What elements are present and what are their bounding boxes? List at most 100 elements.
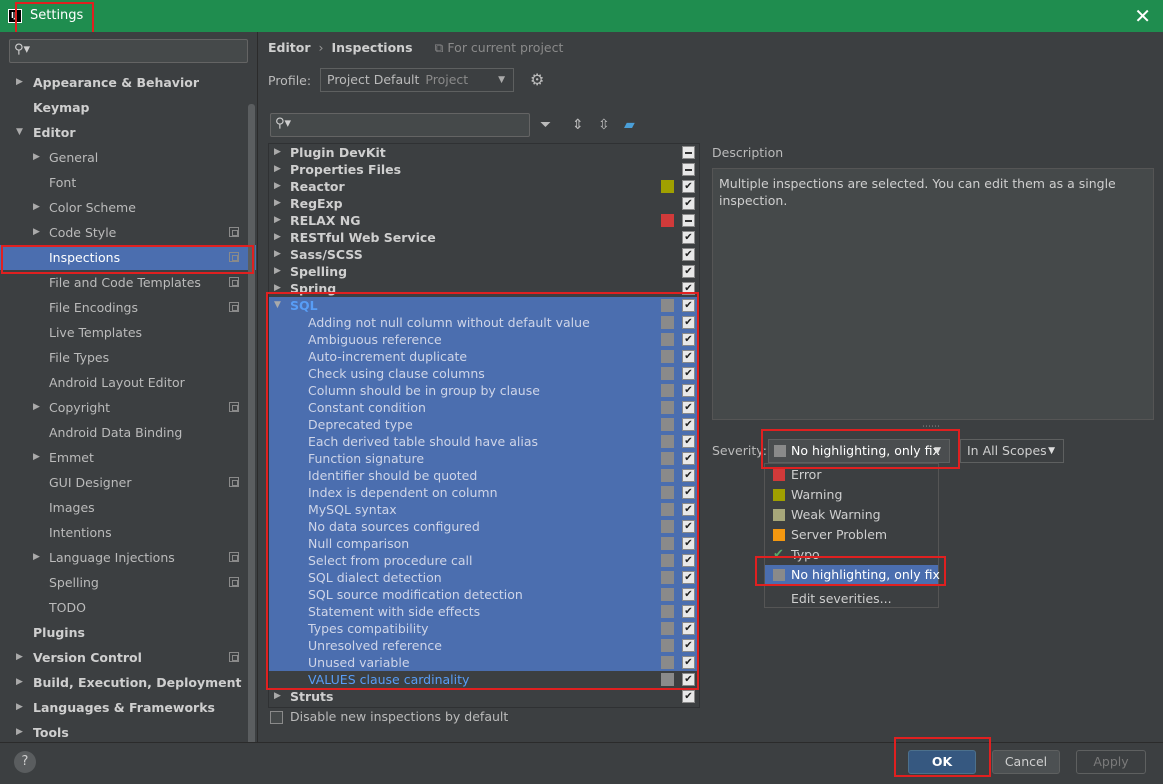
inspection-checkbox[interactable]	[682, 146, 695, 159]
inspection-checkbox[interactable]: ✔	[682, 180, 695, 193]
inspection-checkbox[interactable]: ✔	[682, 690, 695, 703]
inspection-checkbox[interactable]: ✔	[682, 673, 695, 686]
sidebar-item-images[interactable]: Images	[0, 495, 256, 520]
sidebar-item-android-layout-editor[interactable]: Android Layout Editor	[0, 370, 256, 395]
sidebar-item-file-encodings[interactable]: File Encodings	[0, 295, 256, 320]
sidebar-item-copyright[interactable]: ▶ Copyright	[0, 395, 256, 420]
inspection-checkbox[interactable]: ✔	[682, 571, 695, 584]
inspection-checkbox[interactable]: ✔	[682, 537, 695, 550]
sidebar-item-spelling[interactable]: Spelling	[0, 570, 256, 595]
inspection-checkbox[interactable]: ✔	[682, 299, 695, 312]
sidebar-item-file-types[interactable]: File Types	[0, 345, 256, 370]
severity-option-edit-severities[interactable]: Edit severities...	[765, 589, 938, 609]
sidebar-scrollbar[interactable]	[248, 104, 255, 742]
inspection-checkbox[interactable]: ✔	[682, 282, 695, 295]
chevron-right-icon[interactable]: ▶	[274, 229, 281, 246]
inspection-checkbox[interactable]: ✔	[682, 367, 695, 380]
severity-option-typo[interactable]: ✔ Typo	[765, 545, 938, 565]
inspection-checkbox[interactable]: ✔	[682, 316, 695, 329]
inspection-item[interactable]: Constant condition ✔	[269, 399, 699, 416]
inspection-checkbox[interactable]	[682, 163, 695, 176]
chevron-right-icon[interactable]: ▶	[274, 195, 281, 212]
scope-dropdown[interactable]: In All Scopes ▼	[960, 439, 1064, 463]
profile-dropdown[interactable]: Project Default Project ▼	[320, 68, 514, 92]
sidebar-item-general[interactable]: ▶ General	[0, 145, 256, 170]
severity-option-no-highlighting-only-fix[interactable]: No highlighting, only fix	[765, 565, 940, 585]
inspection-item[interactable]: Types compatibility ✔	[269, 620, 699, 637]
chevron-right-icon[interactable]: ▶	[16, 695, 23, 720]
inspection-group[interactable]: ▶ Properties Files	[269, 161, 699, 178]
chevron-right-icon[interactable]: ▶	[274, 246, 281, 263]
filter-icon[interactable]: ⏷	[540, 117, 551, 133]
reset-eraser-icon[interactable]: ▰	[624, 117, 635, 133]
inspection-item[interactable]: Unused variable ✔	[269, 654, 699, 671]
ok-button[interactable]: OK	[908, 750, 976, 774]
inspection-item[interactable]: Ambiguous reference ✔	[269, 331, 699, 348]
sidebar-item-live-templates[interactable]: Live Templates	[0, 320, 256, 345]
inspection-group[interactable]: ▼ SQL ✔	[269, 297, 699, 314]
chevron-right-icon[interactable]: ▶	[33, 545, 40, 570]
inspection-search-input[interactable]: ⚲▾	[270, 113, 530, 137]
inspection-checkbox[interactable]: ✔	[682, 639, 695, 652]
inspection-item[interactable]: Statement with side effects ✔	[269, 603, 699, 620]
inspection-group[interactable]: ▶ Plugin DevKit	[269, 144, 699, 161]
chevron-right-icon[interactable]: ▶	[274, 263, 281, 280]
sidebar-item-intentions[interactable]: Intentions	[0, 520, 256, 545]
inspection-item[interactable]: Auto-increment duplicate ✔	[269, 348, 699, 365]
severity-option-weak-warning[interactable]: Weak Warning	[765, 505, 938, 525]
sidebar-item-appearance-behavior[interactable]: ▶ Appearance & Behavior	[0, 70, 256, 95]
inspection-checkbox[interactable]: ✔	[682, 520, 695, 533]
chevron-right-icon[interactable]: ▶	[33, 145, 40, 170]
inspection-checkbox[interactable]: ✔	[682, 248, 695, 261]
chevron-right-icon[interactable]: ▶	[33, 195, 40, 220]
sidebar-item-gui-designer[interactable]: GUI Designer	[0, 470, 256, 495]
settings-search-input[interactable]: ⚲▾	[9, 39, 248, 63]
breadcrumb-editor[interactable]: Editor	[268, 40, 311, 55]
inspection-item[interactable]: Function signature ✔	[269, 450, 699, 467]
inspection-checkbox[interactable]: ✔	[682, 656, 695, 669]
chevron-right-icon[interactable]: ▶	[16, 645, 23, 670]
inspection-item[interactable]: Identifier should be quoted ✔	[269, 467, 699, 484]
sidebar-item-plugins[interactable]: Plugins	[0, 620, 256, 645]
inspection-item[interactable]: No data sources configured ✔	[269, 518, 699, 535]
inspection-checkbox[interactable]: ✔	[682, 452, 695, 465]
severity-dropdown[interactable]: No highlighting, only fix ▼	[768, 439, 950, 463]
sidebar-item-code-style[interactable]: ▶ Code Style	[0, 220, 256, 245]
inspection-checkbox[interactable]: ✔	[682, 588, 695, 601]
inspection-checkbox[interactable]: ✔	[682, 265, 695, 278]
inspection-group[interactable]: ▶ Spring ✔	[269, 280, 699, 297]
sidebar-item-file-and-code-templates[interactable]: File and Code Templates	[0, 270, 256, 295]
inspection-checkbox[interactable]: ✔	[682, 401, 695, 414]
checkbox-box[interactable]	[270, 711, 283, 724]
inspection-item[interactable]: VALUES clause cardinality ✔	[269, 671, 699, 688]
severity-option-error[interactable]: Error	[765, 465, 938, 485]
sidebar-item-version-control[interactable]: ▶ Version Control	[0, 645, 256, 670]
chevron-right-icon[interactable]: ▶	[33, 220, 40, 245]
inspection-group[interactable]: ▶ Spelling ✔	[269, 263, 699, 280]
inspection-item[interactable]: MySQL syntax ✔	[269, 501, 699, 518]
chevron-right-icon[interactable]: ▶	[274, 161, 281, 178]
inspection-checkbox[interactable]: ✔	[682, 231, 695, 244]
inspection-item[interactable]: SQL source modification detection ✔	[269, 586, 699, 603]
sidebar-item-android-data-binding[interactable]: Android Data Binding	[0, 420, 256, 445]
close-icon[interactable]: ✕	[1134, 4, 1151, 28]
chevron-right-icon[interactable]: ▶	[274, 280, 281, 297]
sidebar-item-color-scheme[interactable]: ▶ Color Scheme	[0, 195, 256, 220]
inspection-checkbox[interactable]: ✔	[682, 350, 695, 363]
chevron-down-icon[interactable]: ▼	[274, 297, 281, 314]
inspection-checkbox[interactable]: ✔	[682, 435, 695, 448]
chevron-right-icon[interactable]: ▶	[16, 670, 23, 695]
inspection-checkbox[interactable]: ✔	[682, 605, 695, 618]
sidebar-item-editor[interactable]: ▼ Editor	[0, 120, 256, 145]
chevron-right-icon[interactable]: ▶	[33, 395, 40, 420]
inspection-group[interactable]: ▶ RESTful Web Service ✔	[269, 229, 699, 246]
inspection-checkbox[interactable]: ✔	[682, 384, 695, 397]
inspection-group[interactable]: ▶ Reactor ✔	[269, 178, 699, 195]
inspection-group[interactable]: ▶ Sass/SCSS ✔	[269, 246, 699, 263]
inspection-checkbox[interactable]: ✔	[682, 554, 695, 567]
chevron-down-icon[interactable]: ▼	[16, 120, 23, 145]
inspection-item[interactable]: Check using clause columns ✔	[269, 365, 699, 382]
sidebar-item-languages-frameworks[interactable]: ▶ Languages & Frameworks	[0, 695, 256, 720]
chevron-right-icon[interactable]: ▶	[33, 445, 40, 470]
inspection-checkbox[interactable]: ✔	[682, 333, 695, 346]
